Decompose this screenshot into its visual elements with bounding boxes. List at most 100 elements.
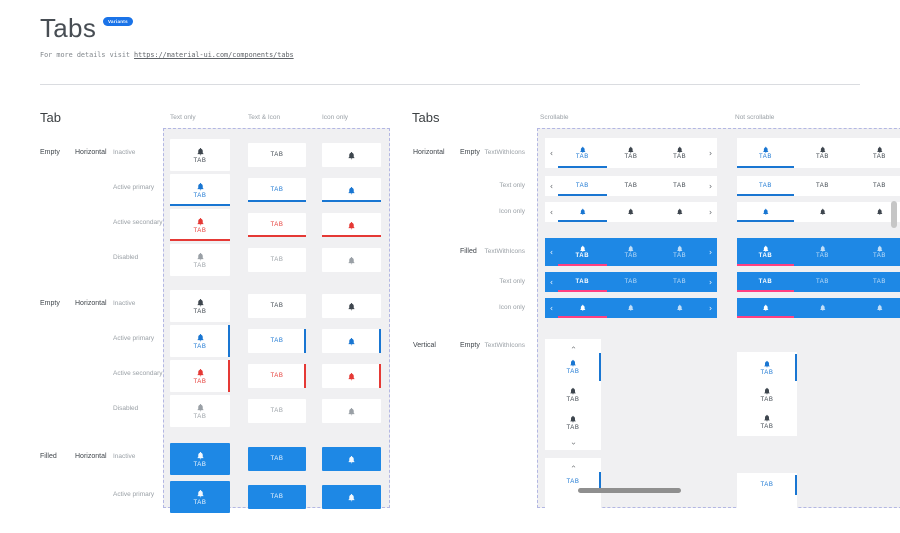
tab[interactable]: TAB — [607, 176, 656, 196]
tab[interactable] — [607, 298, 656, 318]
tab[interactable]: TAB — [655, 138, 704, 168]
type-label: Text only — [433, 278, 525, 285]
tab[interactable]: TAB — [170, 395, 230, 427]
tab[interactable]: TAB — [248, 485, 306, 509]
tab[interactable]: TAB — [737, 381, 797, 408]
scrollable-tab-bar: TABTABTAB — [545, 138, 717, 168]
not-scrollable-tab-bar: TABTABTAB — [737, 138, 900, 168]
tab[interactable] — [655, 298, 704, 318]
tab[interactable]: TAB — [545, 353, 601, 381]
state-label: Active primary — [113, 335, 154, 342]
right-tab-row: Text onlyTABTABTABTABTABTAB — [0, 272, 900, 292]
horizontal-scrollbar-thumb[interactable] — [578, 488, 681, 493]
chevron-up-icon — [570, 344, 577, 351]
chevron-right-button[interactable] — [704, 176, 717, 196]
tab-label: TAB — [760, 370, 773, 376]
tab-label: TAB — [873, 154, 886, 160]
tab[interactable]: TAB — [248, 399, 306, 423]
tab[interactable] — [851, 298, 900, 318]
tab[interactable]: TAB — [170, 443, 230, 475]
tab-label: TAB — [270, 494, 283, 500]
bell-icon — [762, 304, 770, 312]
bell-icon — [569, 387, 577, 395]
chevron-right-icon — [707, 305, 714, 312]
tab[interactable]: TAB — [558, 238, 607, 266]
chevron-right-button[interactable] — [704, 272, 717, 292]
bell-icon — [569, 415, 577, 423]
tab[interactable]: TAB — [655, 238, 704, 266]
tab[interactable] — [794, 298, 851, 318]
tab[interactable]: TAB — [794, 176, 851, 196]
tab[interactable]: TAB — [737, 176, 794, 196]
vertical-scrollbar-thumb[interactable] — [891, 201, 897, 228]
tab[interactable] — [558, 202, 607, 222]
column-header-text-and-icon: Text & Icon — [248, 114, 280, 121]
subtitle-text: For more details visit — [40, 51, 130, 59]
tab[interactable]: TAB — [794, 138, 851, 168]
chevron-left-button[interactable] — [545, 238, 558, 266]
chevron-up-button[interactable] — [545, 460, 601, 472]
tab[interactable] — [322, 364, 381, 388]
tab[interactable] — [322, 485, 381, 509]
bell-icon — [569, 359, 577, 367]
tab[interactable]: TAB — [737, 409, 797, 436]
tab[interactable]: TAB — [737, 354, 797, 381]
chevron-right-button[interactable] — [704, 202, 717, 222]
type-label: TextWithIcons — [433, 149, 525, 156]
tab[interactable] — [737, 298, 794, 318]
tab[interactable]: TAB — [851, 176, 900, 196]
chevron-left-button[interactable] — [545, 298, 558, 318]
tab-label: TAB — [566, 425, 579, 431]
tab[interactable] — [794, 202, 851, 222]
bell-icon — [347, 372, 356, 381]
chevron-right-button[interactable] — [704, 238, 717, 266]
chevron-right-button[interactable] — [704, 298, 717, 318]
bell-icon — [876, 208, 884, 216]
docs-link[interactable]: https://material-ui.com/components/tabs — [134, 51, 294, 59]
tab[interactable] — [655, 202, 704, 222]
tab[interactable]: TAB — [607, 138, 656, 168]
vertical-tab-list: TAB TAB TAB — [737, 352, 797, 436]
tab[interactable]: TAB — [248, 447, 306, 471]
tab-label: TAB — [193, 500, 206, 506]
tab[interactable] — [607, 202, 656, 222]
tab[interactable]: TAB — [248, 364, 306, 388]
tab[interactable]: TAB — [737, 138, 794, 168]
tab[interactable]: TAB — [558, 272, 607, 292]
tab[interactable] — [558, 298, 607, 318]
tab[interactable]: TAB — [737, 475, 797, 495]
bell-icon — [819, 304, 827, 312]
tab[interactable]: TAB — [170, 360, 230, 392]
tab[interactable]: TAB — [558, 138, 607, 168]
chevron-right-button[interactable] — [704, 138, 717, 168]
tab[interactable]: TAB — [737, 272, 794, 292]
tab-label: TAB — [760, 397, 773, 403]
tab[interactable]: TAB — [607, 238, 656, 266]
bell-icon — [676, 245, 684, 253]
left-section-heading: Tab — [40, 110, 61, 125]
tab[interactable]: TAB — [851, 272, 900, 292]
tab[interactable]: TAB — [558, 176, 607, 196]
chevron-left-button[interactable] — [545, 202, 558, 222]
tab[interactable]: TAB — [794, 238, 851, 266]
tab[interactable]: TAB — [545, 381, 601, 409]
tab[interactable] — [322, 447, 381, 471]
tab[interactable] — [737, 202, 794, 222]
tab[interactable]: TAB — [655, 176, 704, 196]
chevron-left-button[interactable] — [545, 176, 558, 196]
tab[interactable]: TAB — [851, 138, 900, 168]
tab[interactable] — [322, 399, 381, 423]
tab[interactable]: TAB — [794, 272, 851, 292]
chevron-left-button[interactable] — [545, 138, 558, 168]
chevron-up-button[interactable] — [545, 341, 601, 353]
tab[interactable]: TAB — [851, 238, 900, 266]
tab[interactable]: TAB — [607, 272, 656, 292]
tab[interactable]: TAB — [655, 272, 704, 292]
tab[interactable]: TAB — [737, 238, 794, 266]
chevron-down-button[interactable] — [545, 437, 601, 449]
bell-icon — [579, 245, 587, 253]
tab[interactable]: TAB — [545, 409, 601, 437]
active-indicator — [737, 264, 794, 266]
tab[interactable]: TAB — [170, 481, 230, 513]
chevron-left-button[interactable] — [545, 272, 558, 292]
